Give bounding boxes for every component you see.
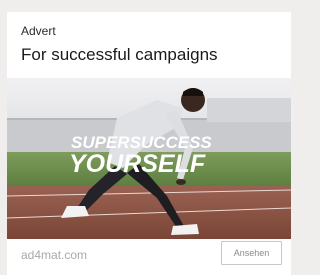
ad-headline[interactable]: For successful campaigns bbox=[21, 45, 218, 65]
sponsor-label: Advert bbox=[21, 24, 56, 38]
ad-domain[interactable]: ad4mat.com bbox=[21, 248, 87, 262]
slogan-line-2: YOURSELF bbox=[69, 150, 206, 178]
view-button[interactable]: Ansehen bbox=[221, 241, 282, 265]
ad-image-slogan: SUPERSUCCESS YOURSELF bbox=[69, 133, 212, 178]
ad-image[interactable]: SUPERSUCCESS YOURSELF bbox=[7, 78, 291, 239]
ad-card[interactable]: Advert For successful campaigns SUPERSUC… bbox=[7, 12, 291, 275]
